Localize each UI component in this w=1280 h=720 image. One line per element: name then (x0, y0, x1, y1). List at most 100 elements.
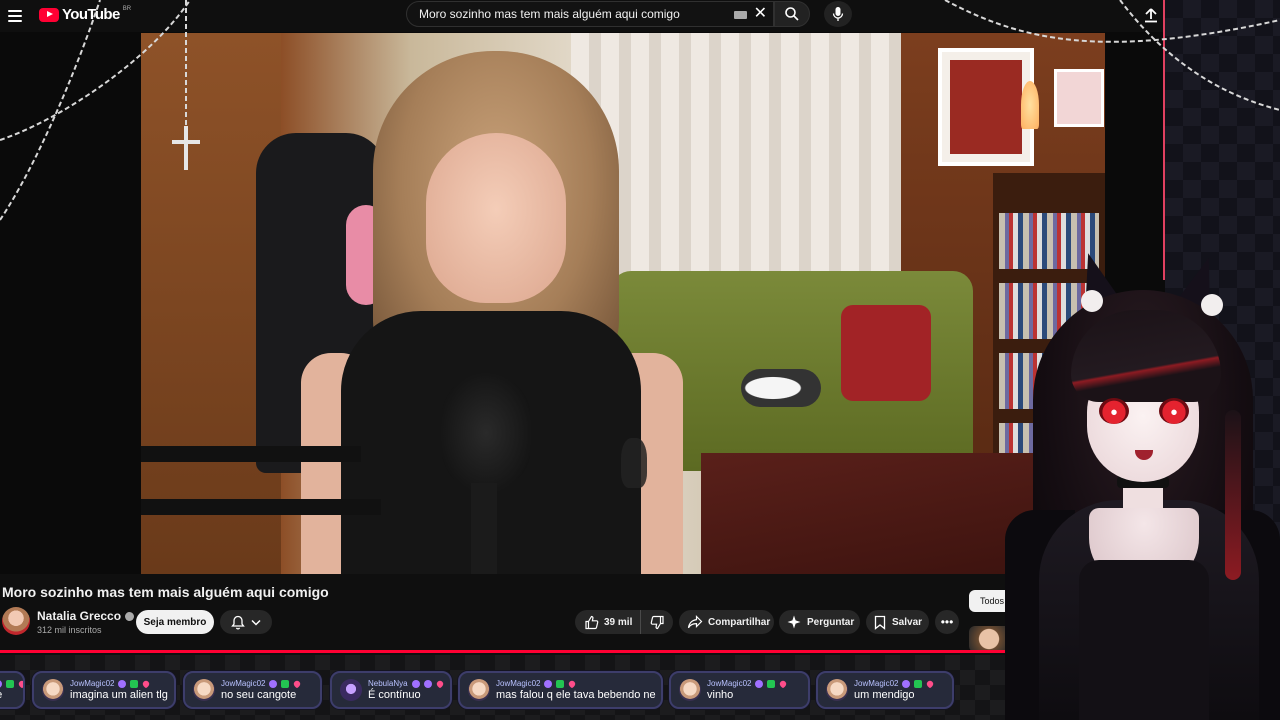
video-pillow (841, 305, 931, 401)
overlay-frame-line (1163, 0, 1165, 280)
clear-search-icon[interactable]: ✕ (754, 5, 767, 23)
voice-search-button[interactable] (824, 1, 852, 27)
search-button[interactable] (774, 1, 810, 27)
chat-badge-icon (292, 678, 302, 689)
chat-badge-icon (118, 679, 127, 688)
more-actions-button[interactable]: ••• (935, 610, 959, 634)
chat-badge-icon (755, 679, 764, 688)
chat-message: JowMagic02 um mendigo (816, 671, 954, 709)
chat-message: NebulaNya É contínuo (330, 671, 452, 709)
search-icon (785, 7, 799, 21)
chat-username-row: JowMagic02 (854, 678, 935, 689)
ask-label: Perguntar (807, 616, 855, 628)
chat-user-avatar (42, 679, 64, 701)
chat-badge-icon (6, 679, 14, 688)
hamburger-menu-icon[interactable] (8, 6, 28, 26)
chat-username-row: JowMagic02 (221, 678, 302, 689)
chat-badge-icon (902, 679, 911, 688)
chat-message-text: mas falou q ele tava bebendo ne (496, 689, 656, 701)
chat-username: JowMagic02 (70, 679, 115, 688)
video-curtain (571, 33, 901, 283)
chat-user-avatar (193, 679, 215, 701)
chat-badge-icon (423, 679, 432, 688)
chat-username-row: JowMagic02 (707, 678, 788, 689)
share-label: Compartilhar (708, 616, 771, 628)
vtuber-eye-left (1099, 398, 1129, 424)
thumbs-down-icon (650, 615, 664, 629)
verified-icon (125, 611, 135, 621)
chat-message-body: JowMagic02 no seu cangote (221, 678, 302, 701)
keyboard-icon[interactable] (734, 11, 747, 19)
chat-message-body: JowMagic02 imagina um alien tlg (70, 678, 168, 701)
chat-username: JowMagic02 (496, 679, 541, 688)
chat-message: JowMagic02 imagina um alien tlg (32, 671, 176, 709)
chat-message: JowMagic02 vinho (669, 671, 810, 709)
search-value[interactable]: Moro sozinho mas tem mais alguém aqui co… (419, 7, 680, 21)
chat-badge-icon (767, 679, 776, 688)
video-progress-bar[interactable] (0, 650, 1165, 653)
chat-badge-icon (567, 678, 577, 689)
channel-name-row[interactable]: Natalia Grecco (37, 609, 135, 623)
logo-text: YouTube (62, 6, 120, 23)
video-lamp (1021, 81, 1039, 129)
ask-button[interactable]: Perguntar (779, 610, 860, 634)
channel-name[interactable]: Natalia Grecco (37, 609, 121, 623)
chat-username: JowMagic02 (854, 679, 899, 688)
share-button[interactable]: Compartilhar (679, 610, 774, 634)
bell-icon (231, 615, 245, 629)
chat-badge-icon (269, 679, 278, 688)
chat-badge-icon (778, 678, 788, 689)
vtuber-red-strand (1225, 410, 1241, 580)
chat-message-text: É contínuo (368, 689, 421, 701)
logo-country: BR (122, 5, 132, 12)
video-tattoo (621, 438, 647, 488)
chat-badge-icon (544, 679, 553, 688)
chat-message-text: um mendigo (854, 689, 915, 701)
video-title: Moro sozinho mas tem mais alguém aqui co… (2, 584, 329, 600)
chat-message-body: ne (0, 678, 23, 701)
chat-username: JowMagic02 (707, 679, 752, 688)
chat-user-avatar (679, 679, 701, 701)
search-input[interactable]: Moro sozinho mas tem mais alguém aqui co… (406, 1, 774, 27)
chat-message-text: no seu cangote (221, 689, 297, 701)
youtube-logo[interactable]: YouTube BR (39, 6, 131, 23)
save-label: Salvar (892, 616, 923, 628)
chat-username-row (0, 678, 23, 689)
join-membership-button[interactable]: Seja membro (136, 610, 214, 634)
notification-bell-button[interactable] (220, 610, 272, 634)
bookmark-icon (874, 615, 886, 630)
chat-badge-icon (0, 679, 2, 688)
share-arrow-icon (687, 615, 703, 629)
upload-button[interactable] (1141, 5, 1161, 25)
chat-username: JowMagic02 (221, 679, 266, 688)
video-person-face (426, 133, 566, 303)
chat-message: ne (0, 671, 25, 709)
upload-arrow-icon (1145, 8, 1157, 23)
vtuber-ear-fluff-right (1201, 294, 1223, 316)
microphone-icon (832, 7, 844, 21)
chevron-down-icon (251, 619, 261, 626)
dislike-button[interactable] (641, 610, 673, 634)
chat-user-avatar (340, 679, 362, 701)
save-button[interactable]: Salvar (866, 610, 929, 634)
chat-badge-icon (17, 678, 23, 689)
chat-badge-icon (925, 678, 935, 689)
vtuber-eye-right (1159, 398, 1189, 424)
subscriber-count: 312 mil inscritos (37, 625, 102, 635)
chat-message-body: NebulaNya É contínuo (368, 678, 445, 701)
chat-message-text: ne (0, 689, 23, 701)
like-button[interactable]: 39 mil (575, 610, 641, 634)
video-player[interactable] (141, 33, 1105, 574)
like-dislike-group: 39 mil (575, 610, 673, 634)
chat-message-body: JowMagic02 um mendigo (854, 678, 935, 701)
chat-badge-icon (435, 678, 445, 689)
video-cat (741, 369, 821, 407)
video-mic-arm (141, 446, 361, 462)
chat-badge-icon (556, 679, 565, 688)
channel-avatar[interactable] (2, 607, 30, 635)
chat-message-text: imagina um alien tlg (70, 689, 168, 701)
thumbs-up-icon (585, 615, 599, 629)
chat-username-row: JowMagic02 (496, 678, 656, 689)
chat-badge-icon (141, 678, 151, 689)
chat-message-text: vinho (707, 689, 734, 701)
